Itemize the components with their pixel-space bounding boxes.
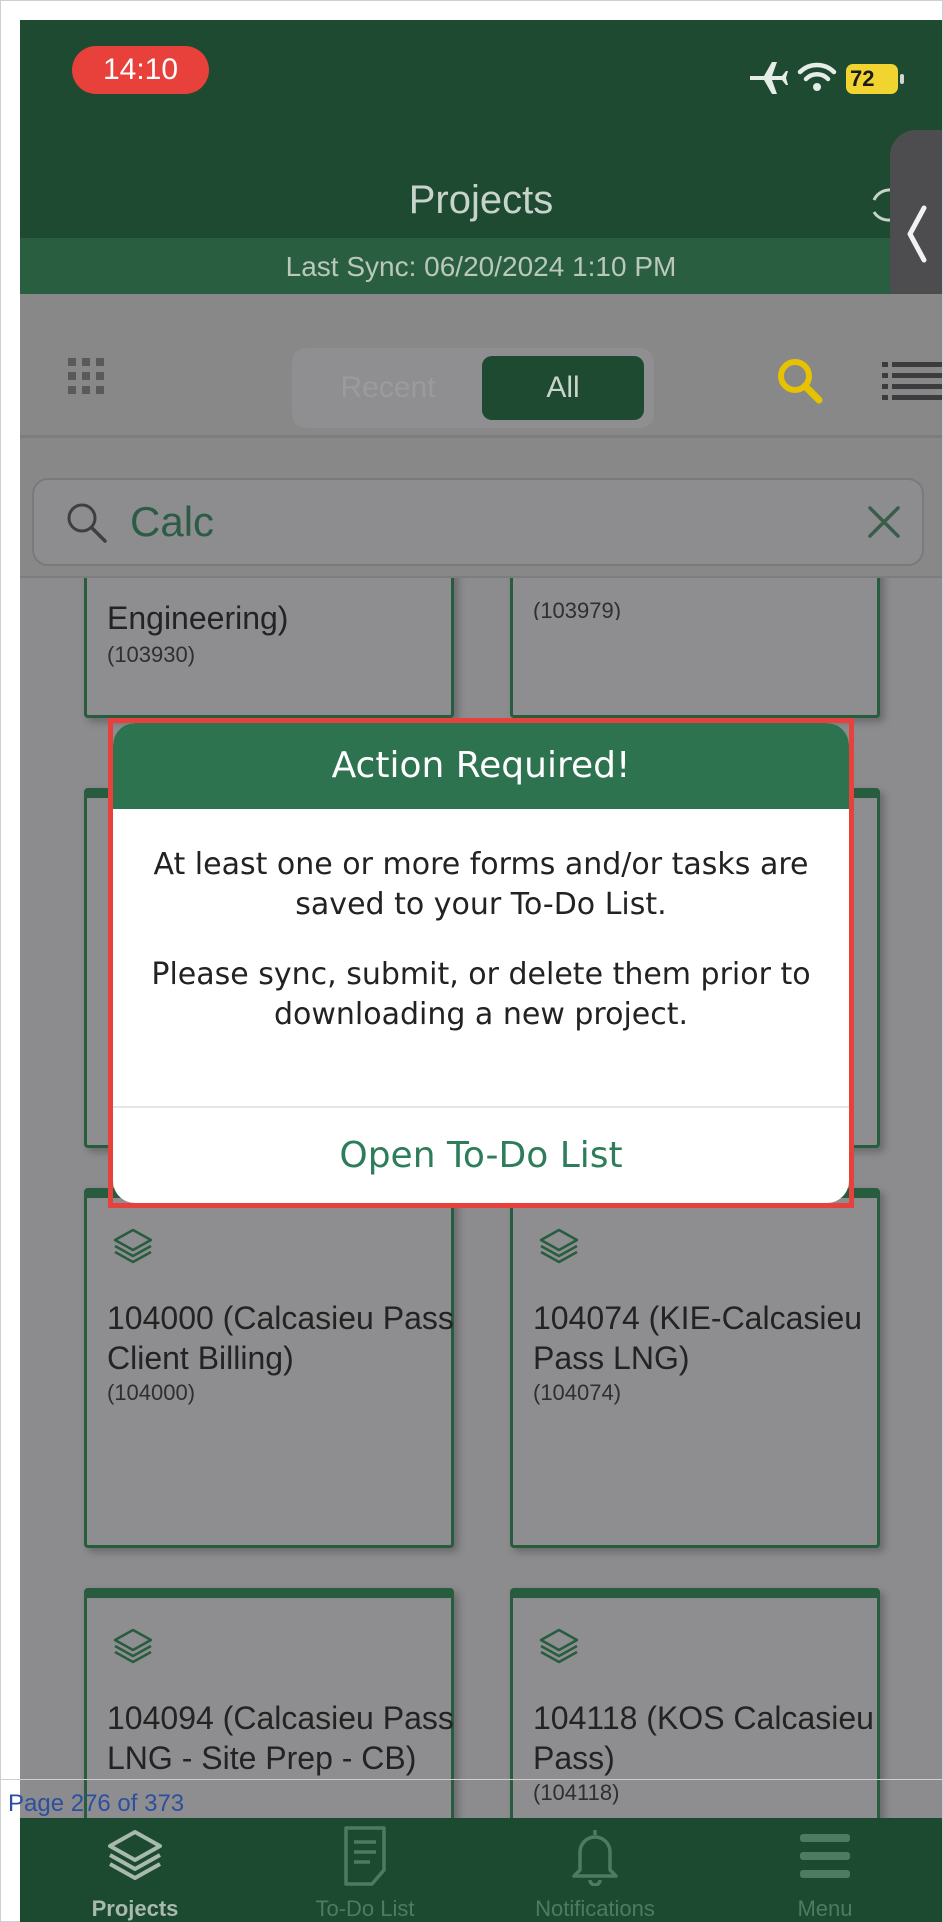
project-card[interactable]: 104000 (Calcasieu Pass Client Billing) (… [84, 1188, 454, 1548]
dialog-message-todo: At least one or more forms and/or tasks … [153, 847, 809, 922]
search-bar: Calc [20, 438, 942, 578]
bottom-tab-bar: Projects To-Do List Notifications Menu [20, 1818, 942, 1922]
tab-menu-label: Menu [797, 1896, 853, 1921]
project-card-title: 104000 (Calcasieu Pass Client Billing) [107, 1300, 454, 1376]
project-card-code: (104118) [533, 1780, 620, 1805]
tab-todo-label: To-Do List [315, 1896, 415, 1921]
project-card-code: (103930) [107, 642, 196, 667]
layers-icon [113, 1228, 153, 1264]
bell-icon [572, 1830, 618, 1886]
chevron-left-icon [907, 205, 927, 263]
dialog-message-sync: Please sync, submit, or delete them prio… [151, 957, 811, 1032]
toolbar: Recent All [20, 294, 942, 436]
battery-indicator: 72 [846, 64, 904, 94]
grid-view-icon[interactable] [66, 356, 106, 396]
recent-all-segmented-control: Recent All [292, 348, 654, 428]
layers-icon [539, 1628, 579, 1664]
project-card[interactable]: 104074 (KIE-Calcasieu Pass LNG) (104074) [510, 1188, 880, 1548]
phone-screen: 14:10 72 Projects Last Sync: 06/20/2024 … [20, 20, 942, 1922]
open-todo-list-button[interactable]: Open To-Do List [113, 1108, 849, 1203]
search-input[interactable]: Calc [32, 478, 924, 566]
wifi-icon [797, 62, 837, 91]
tab-projects[interactable]: Projects [20, 1818, 250, 1922]
last-sync-banner: Last Sync: 06/20/2024 1:10 PM [20, 238, 942, 294]
project-card[interactable]: (103979) [510, 578, 880, 718]
page-footer-rule [0, 1779, 943, 1780]
layers-icon [113, 1628, 153, 1664]
magnifier-icon [67, 503, 107, 543]
battery-level: 72 [846, 64, 898, 94]
project-card-title: 104094 (Calcasieu Pass LNG - Site Prep -… [107, 1700, 454, 1776]
list-view-icon[interactable] [882, 360, 942, 400]
project-card-title: 104074 (KIE-Calcasieu Pass LNG) [533, 1300, 863, 1376]
status-bar: 14:10 72 [20, 20, 942, 130]
layers-icon [539, 1228, 579, 1264]
last-sync-text: Last Sync: 06/20/2024 1:10 PM [285, 251, 677, 282]
project-card-code: (103979) [533, 598, 622, 620]
project-card-title: Engineering) [107, 600, 289, 636]
page-number: Page 276 of 373 [8, 1790, 185, 1817]
dialog-header: Action Required! [113, 723, 849, 809]
status-time: 14:10 [72, 46, 209, 94]
document-page: 14:10 72 Projects Last Sync: 06/20/2024 … [0, 0, 943, 1922]
project-card[interactable]: 104118 (KOS Calcasieu Pass) (104118) [510, 1588, 880, 1838]
hamburger-icon [800, 1834, 850, 1878]
tab-notifications[interactable]: Notifications [480, 1818, 710, 1922]
project-card-title: 104118 (KOS Calcasieu Pass) [533, 1700, 874, 1776]
airplane-icon [750, 62, 788, 94]
tab-menu[interactable]: Menu [710, 1818, 940, 1922]
tab-notifications-label: Notifications [535, 1896, 655, 1921]
battery-nub [900, 74, 904, 84]
tab-todo-list[interactable]: To-Do List [250, 1818, 480, 1922]
layers-icon [108, 1830, 162, 1880]
segment-all[interactable]: All [482, 356, 644, 420]
tab-projects-label: Projects [91, 1896, 179, 1921]
action-required-dialog: Action Required! At least one or more fo… [113, 723, 849, 1203]
dialog-title: Action Required! [331, 745, 631, 786]
project-card[interactable]: Engineering) (103930) [84, 578, 454, 718]
search-input-value: Calc [130, 498, 215, 545]
search-icon[interactable] [775, 356, 823, 404]
project-card-code: (104000) [107, 1380, 196, 1405]
page-title: Projects [408, 178, 554, 222]
clear-search-icon[interactable] [864, 502, 904, 542]
document-icon [344, 1826, 386, 1886]
segment-recent[interactable]: Recent [302, 356, 474, 420]
project-card-code: (104074) [533, 1380, 622, 1405]
